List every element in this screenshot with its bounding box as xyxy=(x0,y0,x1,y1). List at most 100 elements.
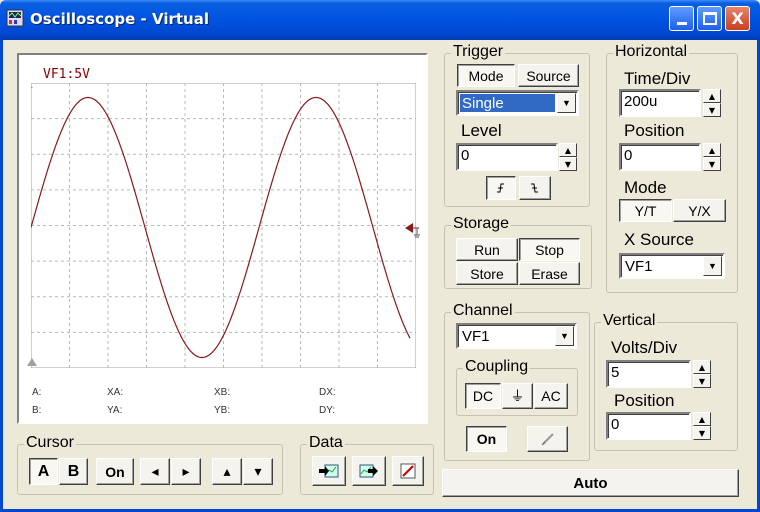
horizontal-position-label: Position xyxy=(624,121,685,140)
cursor-b-button[interactable]: B xyxy=(59,458,88,485)
ground-bottom-marker-icon xyxy=(27,358,37,366)
time-div-spinner[interactable]: ▲ ▼ xyxy=(703,89,721,117)
readout-ya: YA: xyxy=(107,405,123,416)
spin-up-icon[interactable]: ▲ xyxy=(703,143,721,157)
falling-edge-icon xyxy=(531,183,538,193)
close-button[interactable]: X xyxy=(725,6,750,31)
trigger-mode-value: Single xyxy=(460,94,555,112)
arrow-right-icon: ▸ xyxy=(182,463,190,479)
storage-store-button[interactable]: Store xyxy=(456,262,518,285)
import-data-icon xyxy=(319,464,339,478)
app-icon xyxy=(6,9,24,27)
horizontal-position-spinner[interactable]: ▲ ▼ xyxy=(703,143,721,171)
vertical-position-input[interactable]: 0 xyxy=(606,412,691,440)
volts-div-label: Volts/Div xyxy=(611,338,678,357)
export-data-icon xyxy=(359,464,378,478)
spin-up-icon[interactable]: ▲ xyxy=(693,360,711,374)
readout-yb: YB: xyxy=(214,405,231,416)
arrow-up-icon: ▴ xyxy=(223,463,231,479)
vertical-title: Vertical xyxy=(601,312,658,330)
arrow-down-icon: ▾ xyxy=(254,463,262,479)
spin-down-icon[interactable]: ▼ xyxy=(693,426,711,440)
storage-stop-button[interactable]: Stop xyxy=(519,238,580,261)
spin-down-icon[interactable]: ▼ xyxy=(559,157,577,171)
mode-yt-button[interactable]: Y/T xyxy=(619,199,672,222)
readout-dx: DX: xyxy=(319,387,336,398)
cursor-title: Cursor xyxy=(24,434,77,452)
x-source-select[interactable]: VF1 ▼ xyxy=(619,253,725,279)
channel-probe-button[interactable] xyxy=(527,426,568,452)
spin-up-icon[interactable]: ▲ xyxy=(559,143,577,157)
volts-div-spinner[interactable]: ▲ ▼ xyxy=(693,360,711,388)
readout-dy: DY: xyxy=(319,405,336,416)
spin-down-icon[interactable]: ▼ xyxy=(703,157,721,171)
scope-screen: VF1:5V A: B: XA: YA: XB: YB: DX: DY: xyxy=(17,53,428,424)
channel-scale-label: VF1:5V xyxy=(43,67,90,82)
data-export-button[interactable] xyxy=(352,456,386,486)
readout-xa: XA: xyxy=(107,387,124,398)
vertical-position-label: Position xyxy=(614,391,675,410)
scope-display xyxy=(31,83,416,368)
cursor-down-button[interactable]: ▾ xyxy=(243,458,273,485)
maximize-icon xyxy=(702,12,717,25)
trigger-mode-select[interactable]: Single ▼ xyxy=(456,90,579,116)
vertical-position-spinner[interactable]: ▲ ▼ xyxy=(693,412,711,440)
coupling-dc-button[interactable]: DC xyxy=(465,383,501,409)
data-title: Data xyxy=(307,434,345,452)
minimize-icon xyxy=(676,22,687,25)
chevron-down-icon[interactable]: ▼ xyxy=(555,326,574,346)
chevron-down-icon[interactable]: ▼ xyxy=(557,93,576,113)
readout-a: A: xyxy=(32,387,42,398)
spin-up-icon[interactable]: ▲ xyxy=(693,412,711,426)
trigger-marker-icon[interactable] xyxy=(405,223,425,239)
readout-xb: XB: xyxy=(214,387,231,398)
trigger-title: Trigger xyxy=(451,43,506,61)
chevron-down-icon[interactable]: ▼ xyxy=(703,256,722,276)
mode-yx-button[interactable]: Y/X xyxy=(673,199,726,222)
minimize-button[interactable] xyxy=(669,6,694,31)
x-source-value: VF1 xyxy=(625,258,653,275)
maximize-button[interactable] xyxy=(697,6,722,31)
storage-run-button[interactable]: Run xyxy=(456,238,518,261)
arrow-left-icon: ◂ xyxy=(151,463,159,479)
data-import-button[interactable] xyxy=(312,456,346,486)
time-div-input[interactable]: 200u xyxy=(619,89,701,117)
spin-up-icon[interactable]: ▲ xyxy=(703,89,721,103)
cursor-on-button[interactable]: On xyxy=(96,458,134,485)
trigger-falling-edge-button[interactable] xyxy=(519,176,551,200)
horizontal-position-input[interactable]: 0 xyxy=(619,143,701,171)
cursor-right-button[interactable]: ▸ xyxy=(171,458,201,485)
trigger-rising-edge-button[interactable] xyxy=(486,176,516,200)
coupling-ac-button[interactable]: AC xyxy=(534,383,568,409)
coupling-ground-button[interactable]: ⏚ xyxy=(502,383,533,409)
trigger-level-label: Level xyxy=(461,121,502,140)
channel-select[interactable]: VF1 ▼ xyxy=(456,323,577,349)
data-clear-button[interactable] xyxy=(392,456,424,486)
channel-value: VF1 xyxy=(462,328,490,345)
auto-button[interactable]: Auto xyxy=(442,469,739,497)
storage-erase-button[interactable]: Erase xyxy=(519,262,580,285)
coupling-title: Coupling xyxy=(463,358,531,376)
trigger-level-spinner[interactable]: ▲ ▼ xyxy=(559,143,577,171)
horizontal-mode-label: Mode xyxy=(624,178,667,197)
cursor-left-button[interactable]: ◂ xyxy=(140,458,170,485)
trigger-level-input[interactable]: 0 xyxy=(456,143,558,171)
x-source-label: X Source xyxy=(624,230,694,249)
channel-on-button[interactable]: On xyxy=(466,426,507,452)
trigger-source-tab[interactable]: Source xyxy=(518,64,579,87)
trigger-mode-tab[interactable]: Mode xyxy=(457,64,515,87)
horizontal-title: Horizontal xyxy=(613,43,690,61)
spin-down-icon[interactable]: ▼ xyxy=(703,103,721,117)
cursor-a-button[interactable]: A xyxy=(29,458,58,485)
channel-title: Channel xyxy=(451,302,515,320)
spin-down-icon[interactable]: ▼ xyxy=(693,374,711,388)
readout-b: B: xyxy=(32,405,42,416)
close-icon: X xyxy=(731,9,744,28)
title-bar: Oscilloscope - Virtual X xyxy=(0,0,760,40)
clear-data-icon xyxy=(400,463,416,479)
volts-div-input[interactable]: 5 xyxy=(606,360,691,388)
rising-edge-icon xyxy=(497,183,504,193)
cursor-up-button[interactable]: ▴ xyxy=(212,458,242,485)
probe-icon xyxy=(541,433,554,446)
window-title: Oscilloscope - Virtual xyxy=(30,10,210,28)
